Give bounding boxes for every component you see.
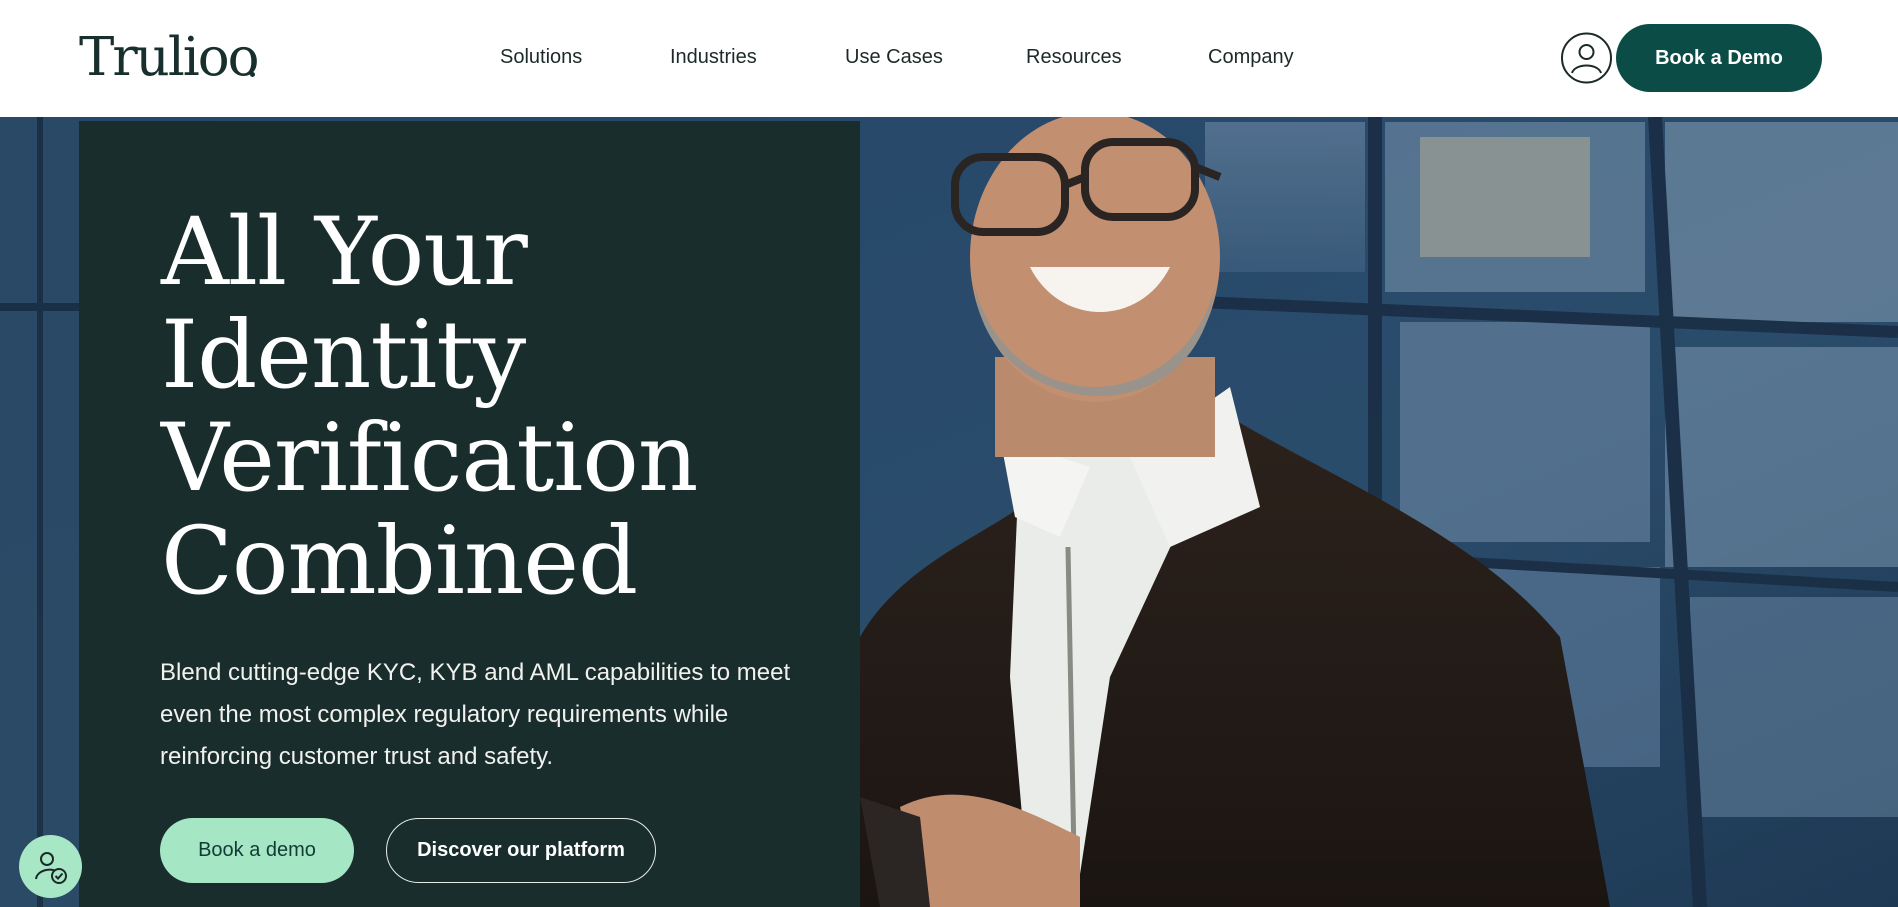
nav-solutions[interactable]: Solutions [500, 46, 582, 69]
accessibility-button[interactable] [19, 835, 82, 898]
hero-title-line: Combined [161, 507, 638, 616]
account-button[interactable] [1546, 32, 1627, 113]
book-a-demo-button[interactable]: Book a demo [160, 818, 354, 883]
nav-company[interactable]: Company [1208, 46, 1294, 69]
user-icon [1561, 32, 1612, 84]
nav-industries[interactable]: Industries [670, 46, 757, 69]
nav-resources[interactable]: Resources [1026, 46, 1122, 69]
nav-use-cases[interactable]: Use Cases [845, 46, 943, 69]
hero-title: All Your Identity Verification Combined [161, 198, 698, 616]
hero-subtitle: Blend cutting-edge KYC, KYB and AML capa… [160, 659, 791, 770]
book-demo-button[interactable]: Book a Demo [1616, 24, 1822, 92]
hero-title-line: Identity [161, 301, 526, 410]
hero-title-line: Verification [161, 404, 698, 513]
site-header: Trulioo Solutions Industries Use Cases R… [0, 0, 1898, 117]
accessibility-user-check-icon [34, 851, 67, 884]
hero-title-line: All Your [161, 198, 528, 307]
discover-platform-button[interactable]: Discover our platform [386, 818, 656, 883]
hero-section: All Your Identity Verification Combined … [0, 117, 1898, 907]
